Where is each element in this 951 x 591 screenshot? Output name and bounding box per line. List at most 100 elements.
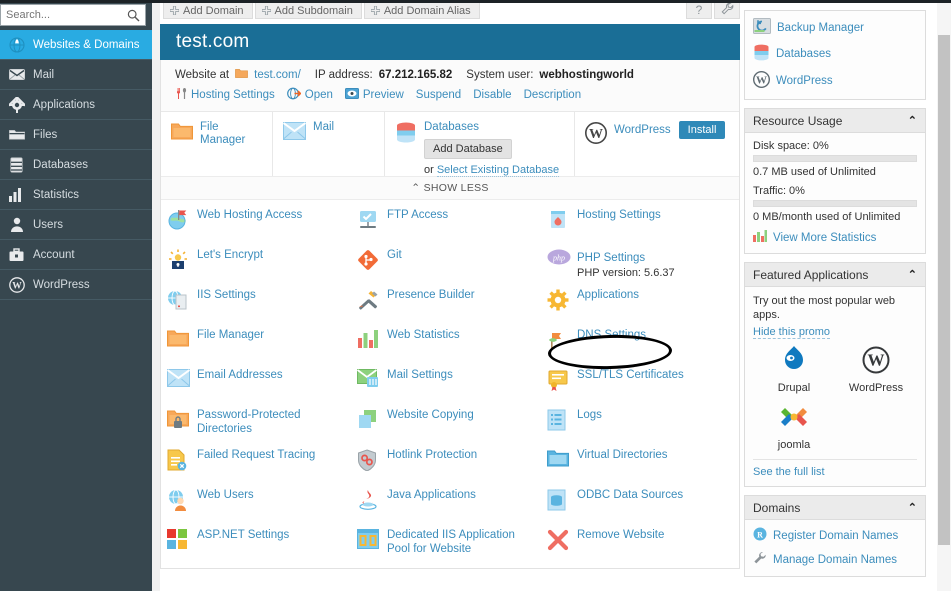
app-joomla[interactable]: joomla [753,402,835,451]
grid-item-label[interactable]: Let's Encrypt [197,248,263,262]
sidebar-item-account[interactable]: Account [0,240,152,270]
sidebar-item-files[interactable]: Files [0,120,152,150]
hide-promo-link[interactable]: Hide this promo [753,326,830,339]
grid-item-label[interactable]: SSL/TLS Certificates [577,368,684,382]
grid-item-web-users[interactable]: Web Users [167,488,357,528]
grid-item-web-statistics[interactable]: Web Statistics [357,328,547,368]
grid-item-java-applications[interactable]: Java Applications [357,488,547,528]
chevron-up-icon[interactable]: ⌃ [908,501,917,514]
grid-item-label[interactable]: ASP.NET Settings [197,528,289,542]
grid-item-applications[interactable]: Applications [547,288,739,328]
sidebar-item-wordpress[interactable]: W WordPress [0,270,152,300]
grid-item-hosting-settings[interactable]: Hosting Settings [547,208,739,248]
grid-item-label[interactable]: File Manager [197,328,264,342]
grid-item-label[interactable]: Password-Protected Directories [197,408,337,436]
grid-item-logs[interactable]: Logs [547,408,739,448]
grid-item-label[interactable]: DNS Settings [577,328,646,342]
quick-file-manager[interactable]: File Manager [161,112,273,176]
select-existing-database-link[interactable]: Select Existing Database [437,164,559,177]
domains-header[interactable]: Domains ⌃ [745,496,925,520]
grid-item-label[interactable]: Applications [577,288,639,302]
grid-item-password-protected-directories[interactable]: Password-Protected Directories [167,408,357,448]
sidebar-item-statistics[interactable]: Statistics [0,180,152,210]
quick-databases-label[interactable]: Databases [424,121,559,134]
sidebar-item-applications[interactable]: Applications [0,90,152,120]
grid-item-label[interactable]: Hotlink Protection [387,448,477,462]
grid-item-file-manager[interactable]: File Manager [167,328,357,368]
grid-item-label[interactable]: IIS Settings [197,288,256,302]
grid-item-label[interactable]: Virtual Directories [577,448,668,462]
chevron-up-icon[interactable]: ⌃ [908,114,917,127]
resource-usage-header[interactable]: Resource Usage ⌃ [745,109,925,133]
grid-item-label[interactable]: PHP Settings [577,252,645,264]
grid-item-label[interactable]: ODBC Data Sources [577,488,683,502]
grid-item-label[interactable]: Web Hosting Access [197,208,302,222]
grid-item-label[interactable]: FTP Access [387,208,448,222]
grid-item-lets-encrypt[interactable]: Let's Encrypt [167,248,357,288]
action-suspend[interactable]: Suspend [416,89,461,101]
grid-item-label[interactable]: Hosting Settings [577,208,661,222]
quick-mail[interactable]: Mail [273,112,385,176]
sidebar-item-users[interactable]: Users [0,210,152,240]
install-button[interactable]: Install [679,121,726,139]
register-domain-names-link[interactable]: R Register Domain Names [753,527,917,544]
grid-item-label[interactable]: Web Statistics [387,328,460,342]
manage-domain-names-link[interactable]: Manage Domain Names [753,551,917,568]
grid-item-dedicated-iis-application-pool[interactable]: Dedicated IIS Application Pool for Websi… [357,528,547,568]
grid-item-label[interactable]: Failed Request Tracing [197,448,315,462]
quick-file-manager-label[interactable]: File Manager [200,121,264,147]
grid-item-label[interactable]: Java Applications [387,488,476,502]
grid-item-ftp-access[interactable]: FTP Access [357,208,547,248]
quick-wordpress-label[interactable]: WordPress [614,124,671,137]
grid-item-label[interactable]: Mail Settings [387,368,453,382]
grid-item-label[interactable]: Website Copying [387,408,474,422]
grid-item-label[interactable]: Git [387,248,402,262]
shortcut-databases[interactable]: Databases [753,44,917,64]
sidebar-item-mail[interactable]: Mail [0,60,152,90]
app-drupal[interactable]: Drupal [753,345,835,394]
grid-item-aspnet-settings[interactable]: ASP.NET Settings [167,528,357,568]
search-input[interactable] [1,9,145,21]
shortcut-backup-manager[interactable]: Backup Manager [753,18,917,37]
grid-item-label[interactable]: Dedicated IIS Application Pool for Websi… [387,528,527,556]
grid-item-odbc-data-sources[interactable]: ODBC Data Sources [547,488,739,528]
grid-item-ssl-tls-certificates[interactable]: SSL/TLS Certificates [547,368,739,408]
grid-item-mail-settings[interactable]: Mail Settings [357,368,547,408]
search-box[interactable] [0,4,146,26]
add-subdomain-button[interactable]: Add Subdomain [255,2,362,19]
grid-item-php-settings[interactable]: php PHP Settings PHP version: 5.6.37 [547,248,739,288]
chevron-up-icon[interactable]: ⌃ [908,268,917,281]
see-full-list-link[interactable]: See the full list [753,459,917,478]
shortcut-wordpress[interactable]: W WordPress [753,71,917,91]
action-description[interactable]: Description [524,89,582,101]
quick-mail-label[interactable]: Mail [313,121,334,134]
add-domain-alias-button[interactable]: Add Domain Alias [364,2,480,19]
sidebar-item-websites-domains[interactable]: Websites & Domains [0,30,152,60]
grid-item-presence-builder[interactable]: Presence Builder [357,288,547,328]
action-preview[interactable]: Preview [345,88,404,102]
grid-item-label[interactable]: Web Users [197,488,254,502]
grid-item-label[interactable]: Presence Builder [387,288,475,302]
grid-item-remove-website[interactable]: Remove Website [547,528,739,568]
action-open[interactable]: Open [287,87,333,103]
website-url-link[interactable]: test.com/ [254,69,301,81]
grid-item-label[interactable]: Email Addresses [197,368,283,382]
view-more-statistics-link[interactable]: View More Statistics [753,230,917,245]
grid-item-hotlink-protection[interactable]: Hotlink Protection [357,448,547,488]
featured-applications-header[interactable]: Featured Applications ⌃ [745,263,925,287]
grid-item-failed-request-tracing[interactable]: Failed Request Tracing [167,448,357,488]
app-wordpress[interactable]: W WordPress [835,345,917,394]
action-disable[interactable]: Disable [473,89,511,101]
add-database-button[interactable]: Add Database [424,139,512,159]
grid-item-website-copying[interactable]: Website Copying [357,408,547,448]
grid-item-dns-settings[interactable]: DNS Settings [547,328,739,368]
grid-item-label[interactable]: Remove Website [577,528,664,542]
grid-item-email-addresses[interactable]: Email Addresses [167,368,357,408]
sidebar-item-databases[interactable]: Databases [0,150,152,180]
grid-item-virtual-directories[interactable]: Virtual Directories [547,448,739,488]
grid-item-git[interactable]: Git [357,248,547,288]
show-less-toggle[interactable]: ⌃ SHOW LESS [161,176,739,199]
vertical-scrollbar[interactable] [937,0,951,591]
action-hosting-settings[interactable]: Hosting Settings [175,87,275,103]
scrollbar-thumb[interactable] [938,35,950,545]
